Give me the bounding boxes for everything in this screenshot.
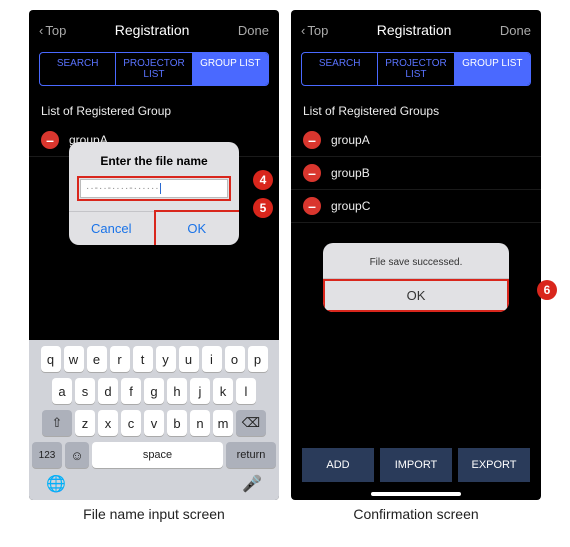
tab-bar: SEARCH PROJECTOR LIST GROUP LIST xyxy=(301,52,531,86)
list-item[interactable]: –groupB xyxy=(291,157,541,190)
key-k[interactable]: k xyxy=(213,378,233,404)
key-l[interactable]: l xyxy=(236,378,256,404)
dialog-title: Enter the file name xyxy=(69,142,239,176)
tab-search[interactable]: SEARCH xyxy=(40,53,116,85)
key-g[interactable]: g xyxy=(144,378,164,404)
key-z[interactable]: z xyxy=(75,410,95,436)
nav-header: ‹ Top Registration Done xyxy=(291,10,541,50)
emoji-key[interactable]: ☺ xyxy=(65,442,89,468)
import-button[interactable]: IMPORT xyxy=(380,448,452,482)
group-name: groupB xyxy=(331,166,370,180)
page-title: Registration xyxy=(115,22,190,38)
text-cursor-icon xyxy=(160,183,161,194)
delete-key[interactable]: ⌫ xyxy=(236,410,266,436)
mic-icon[interactable]: 🎤 xyxy=(242,474,262,494)
key-x[interactable]: x xyxy=(98,410,118,436)
key-y[interactable]: y xyxy=(156,346,176,372)
key-p[interactable]: p xyxy=(248,346,268,372)
ios-keyboard: qwertyuiop asdfghjkl ⇧ zxcvbnm ⌫ 123 ☺ s… xyxy=(29,340,279,500)
key-n[interactable]: n xyxy=(190,410,210,436)
key-h[interactable]: h xyxy=(167,378,187,404)
phone-right: ‹ Top Registration Done SEARCH PROJECTOR… xyxy=(291,10,541,500)
callout-5: 5 xyxy=(253,198,273,218)
bottom-toolbar: ADD IMPORT EXPORT xyxy=(291,448,541,482)
done-button[interactable]: Done xyxy=(500,23,531,38)
tab-bar: SEARCH PROJECTOR LIST GROUP LIST xyxy=(39,52,269,86)
key-a[interactable]: a xyxy=(52,378,72,404)
key-v[interactable]: v xyxy=(144,410,164,436)
key-t[interactable]: t xyxy=(133,346,153,372)
confirmation-dialog: File save successed. OK xyxy=(323,243,509,312)
key-w[interactable]: w xyxy=(64,346,84,372)
callout-4: 4 xyxy=(253,170,273,190)
tab-projector-list[interactable]: PROJECTOR LIST xyxy=(378,53,454,85)
key-j[interactable]: j xyxy=(190,378,210,404)
remove-icon[interactable]: – xyxy=(303,131,321,149)
caption-right: Confirmation screen xyxy=(291,506,541,522)
back-button[interactable]: ‹ Top xyxy=(39,23,66,38)
phone-left: ‹ Top Registration Done SEARCH PROJECTOR… xyxy=(29,10,279,500)
remove-icon[interactable]: – xyxy=(303,197,321,215)
ok-button[interactable]: OK xyxy=(154,212,240,245)
back-label: Top xyxy=(307,23,328,38)
key-m[interactable]: m xyxy=(213,410,233,436)
section-title: List of Registered Group xyxy=(29,94,279,124)
group-name: groupC xyxy=(331,199,370,213)
chevron-left-icon: ‹ xyxy=(39,23,43,38)
key-r[interactable]: r xyxy=(110,346,130,372)
list-item[interactable]: –groupC xyxy=(291,190,541,223)
key-c[interactable]: c xyxy=(121,410,141,436)
dialog-message: File save successed. xyxy=(323,243,509,278)
key-s[interactable]: s xyxy=(75,378,95,404)
numbers-key[interactable]: 123 xyxy=(32,442,62,468)
key-b[interactable]: b xyxy=(167,410,187,436)
page-title: Registration xyxy=(377,22,452,38)
key-i[interactable]: i xyxy=(202,346,222,372)
filename-dialog: Enter the file name ··-··-····-······ Ca… xyxy=(69,142,239,245)
back-button[interactable]: ‹ Top xyxy=(301,23,328,38)
key-u[interactable]: u xyxy=(179,346,199,372)
list-item[interactable]: –groupA xyxy=(291,124,541,157)
add-button[interactable]: ADD xyxy=(302,448,374,482)
done-button[interactable]: Done xyxy=(238,23,269,38)
cancel-button[interactable]: Cancel xyxy=(69,212,154,245)
key-q[interactable]: q xyxy=(41,346,61,372)
remove-icon[interactable]: – xyxy=(41,131,59,149)
remove-icon[interactable]: – xyxy=(303,164,321,182)
export-button[interactable]: EXPORT xyxy=(458,448,530,482)
caption-left: File name input screen xyxy=(29,506,279,522)
return-key[interactable]: return xyxy=(226,442,276,468)
home-indicator-icon[interactable] xyxy=(371,492,461,496)
group-name: groupA xyxy=(331,133,370,147)
filename-input[interactable]: ··-··-····-······ xyxy=(80,179,228,198)
filename-input-highlight: ··-··-····-······ xyxy=(77,176,231,201)
key-d[interactable]: d xyxy=(98,378,118,404)
space-key[interactable]: space xyxy=(92,442,223,468)
globe-icon[interactable]: 🌐 xyxy=(46,474,66,494)
key-e[interactable]: e xyxy=(87,346,107,372)
key-f[interactable]: f xyxy=(121,378,141,404)
callout-6: 6 xyxy=(537,280,557,300)
nav-header: ‹ Top Registration Done xyxy=(29,10,279,50)
section-title: List of Registered Groups xyxy=(291,94,541,124)
tab-group-list[interactable]: GROUP LIST xyxy=(193,53,268,85)
shift-key[interactable]: ⇧ xyxy=(42,410,72,436)
tab-group-list[interactable]: GROUP LIST xyxy=(455,53,530,85)
key-o[interactable]: o xyxy=(225,346,245,372)
dialog-buttons: Cancel OK xyxy=(69,211,239,245)
chevron-left-icon: ‹ xyxy=(301,23,305,38)
tab-search[interactable]: SEARCH xyxy=(302,53,378,85)
ok-button[interactable]: OK xyxy=(323,278,509,312)
back-label: Top xyxy=(45,23,66,38)
tab-projector-list[interactable]: PROJECTOR LIST xyxy=(116,53,192,85)
